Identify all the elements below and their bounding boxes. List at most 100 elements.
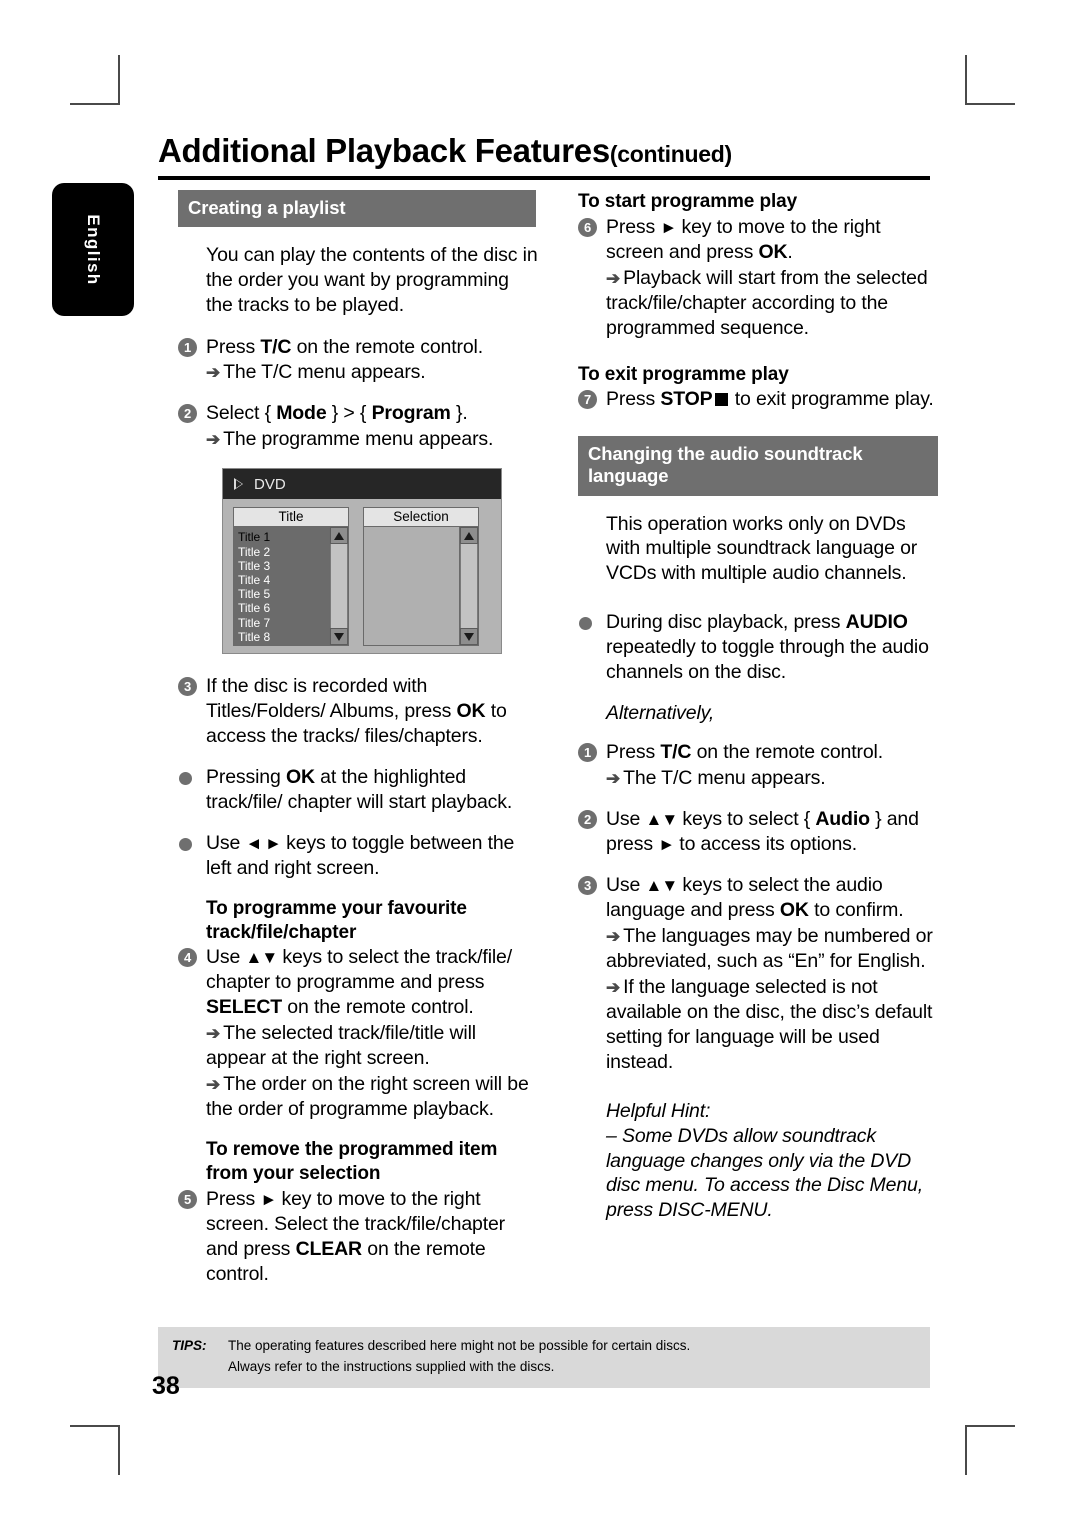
list-item[interactable]: Title 7 — [238, 616, 329, 630]
list-item[interactable]: Title 6 — [238, 601, 329, 615]
step-number: 3 — [178, 677, 197, 697]
step-result-2: ➔ The order on the right screen will be t… — [206, 1072, 538, 1122]
step-result: ➔ The T/C menu appears. — [206, 360, 538, 385]
bullet-text: Pressing — [206, 766, 286, 789]
step-number: 1 — [578, 743, 597, 763]
step-text-cont: on the remote control. — [691, 741, 884, 764]
alt-step-3: 3 Use ▲▼ keys to select the audio langua… — [578, 873, 938, 1075]
list-item[interactable]: Title 1 — [238, 530, 329, 544]
list-item[interactable]: Title 4 — [238, 573, 329, 587]
step-bold-stop: STOP — [660, 388, 713, 411]
osd-title-panel: Title Title 1 Title 2 Title 3 Title 4 Ti… — [233, 507, 349, 647]
subheading-programme-favourite: To programme your favourite track/file/c… — [206, 897, 467, 943]
crop-mark-bottom-left — [70, 1425, 120, 1475]
osd-title-bar: DVD — [223, 469, 501, 500]
step-2: 2 Select { Mode } > { Program }. ➔ The pr… — [178, 401, 538, 452]
step-text-end: to access its options. — [674, 833, 858, 856]
step-text: Select { — [206, 402, 277, 425]
step-bold-tc: T/C — [660, 741, 692, 764]
step-3: 3 If the disc is recorded with Titles/Fo… — [178, 674, 538, 749]
alternatively-label: Alternatively, — [606, 702, 715, 725]
scroll-down-icon[interactable] — [330, 628, 348, 646]
osd-title: DVD — [254, 475, 286, 493]
scroll-up-icon[interactable] — [460, 527, 478, 545]
step-6: 6 Press ► key to move to the right scree… — [578, 215, 938, 341]
step-bold-mode: Mode — [276, 402, 327, 425]
step-text-mid: keys to select { — [677, 808, 816, 831]
step-result: ➔ Playback will start from the selected t… — [606, 266, 938, 341]
language-tab: English — [52, 183, 134, 316]
arrow-icon: ➔ — [206, 1075, 221, 1095]
osd-title-panel-header: Title — [233, 507, 349, 528]
bullet-text: Use — [206, 832, 246, 855]
osd-body: Title Title 1 Title 2 Title 3 Title 4 Ti… — [223, 499, 501, 656]
stop-square-icon — [714, 393, 728, 407]
crop-mark-top-right — [965, 55, 1015, 105]
arrow-icon: ➔ — [206, 430, 221, 450]
step-text: Press — [206, 335, 261, 358]
scroll-down-icon[interactable] — [460, 628, 478, 646]
result-text: The selected track/file/title will appea… — [206, 1022, 476, 1070]
step-text-end: to confirm. — [808, 898, 904, 921]
step-text: Press — [606, 741, 661, 764]
step-number: 7 — [578, 390, 597, 410]
step-result-1: ➔ The languages may be numbered or abbrev… — [606, 924, 938, 974]
list-item[interactable]: Title 5 — [238, 587, 329, 601]
bullet-bold-ok: OK — [285, 766, 315, 789]
step-result: ➔ The T/C menu appears. — [606, 766, 938, 791]
left-right-arrow-keys-icon: ◄ ► — [245, 834, 282, 854]
tips-line-2: Always refer to the instructions supplie… — [228, 1358, 555, 1374]
alt-step-2: 2 Use ▲▼ keys to select { Audio } and pr… — [578, 807, 938, 857]
page-title-suffix: (continued) — [609, 141, 732, 167]
result-text: The T/C menu appears. — [623, 767, 826, 790]
list-item[interactable]: Title 8 — [238, 630, 329, 644]
page-title: Additional Playback Features(continued) — [158, 132, 930, 170]
bullet-text-cont: repeatedly to toggle through the audio c… — [606, 636, 929, 684]
step-text: Use — [206, 946, 246, 969]
step-bold-ok: OK — [758, 240, 788, 263]
step-text-end: on the remote control. — [282, 996, 474, 1019]
arrow-icon: ➔ — [606, 769, 621, 789]
up-down-arrow-keys-icon: ▲▼ — [645, 875, 679, 895]
step-text: Use — [606, 873, 646, 896]
list-item[interactable]: Title 2 — [238, 545, 329, 559]
step-text-mid: } > { — [326, 402, 372, 425]
result-text: The languages may be numbered or abbrevi… — [606, 924, 933, 972]
step-text: Press — [606, 215, 661, 238]
step-text: Press — [606, 388, 661, 411]
osd-selection-panel: Selection — [363, 507, 479, 647]
scroll-up-icon[interactable] — [330, 527, 348, 545]
bullet-text: During disc playback, press — [606, 611, 846, 634]
tips-label: TIPS: — [172, 1338, 207, 1353]
bullet-dot-icon — [179, 838, 192, 852]
audio-intro-paragraph: This operation works only on DVDs with m… — [606, 512, 918, 585]
page-number: 38 — [152, 1372, 180, 1400]
scrollbar-track[interactable] — [460, 544, 478, 629]
osd-selection-panel-header: Selection — [363, 507, 479, 528]
bullet-toggle-keys: Use ◄ ► keys to toggle between the left … — [178, 831, 538, 881]
arrow-icon: ➔ — [606, 926, 621, 946]
right-column: To start programme play 6 Press ► key to… — [578, 190, 938, 1240]
step-text-end: }. — [450, 402, 468, 425]
right-arrow-key-icon: ► — [260, 1189, 277, 1209]
step-number: 2 — [178, 404, 197, 424]
list-item[interactable]: Title 3 — [238, 559, 329, 573]
osd-title-items: Title 1 Title 2 Title 3 Title 4 Title 5 … — [234, 527, 329, 645]
step-bold-key: T/C — [260, 335, 292, 358]
osd-selection-scrollbar[interactable] — [459, 527, 478, 646]
language-tab-label: English — [84, 213, 103, 286]
step-bold-clear: CLEAR — [295, 1237, 363, 1260]
step-1: 1 Press T/C on the remote control. ➔ The … — [178, 335, 538, 386]
result-text: If the language selected is not availabl… — [606, 975, 933, 1073]
subheading-start-programme: To start programme play — [578, 191, 798, 212]
step-number: 3 — [578, 875, 597, 895]
section-heading-creating-playlist: Creating a playlist — [178, 190, 536, 227]
helpful-hint-label: Helpful Hint: — [606, 1099, 711, 1122]
scrollbar-track[interactable] — [330, 544, 348, 629]
step-bold-ok: OK — [779, 898, 809, 921]
osd-title-scrollbar[interactable] — [329, 527, 348, 646]
crop-mark-top-left — [70, 55, 120, 105]
step-result-1: ➔ The selected track/file/title will appe… — [206, 1021, 538, 1071]
page-title-main: Additional Playback Features — [158, 132, 610, 169]
step-7: 7 Press STOP to exit programme play. — [578, 387, 938, 412]
